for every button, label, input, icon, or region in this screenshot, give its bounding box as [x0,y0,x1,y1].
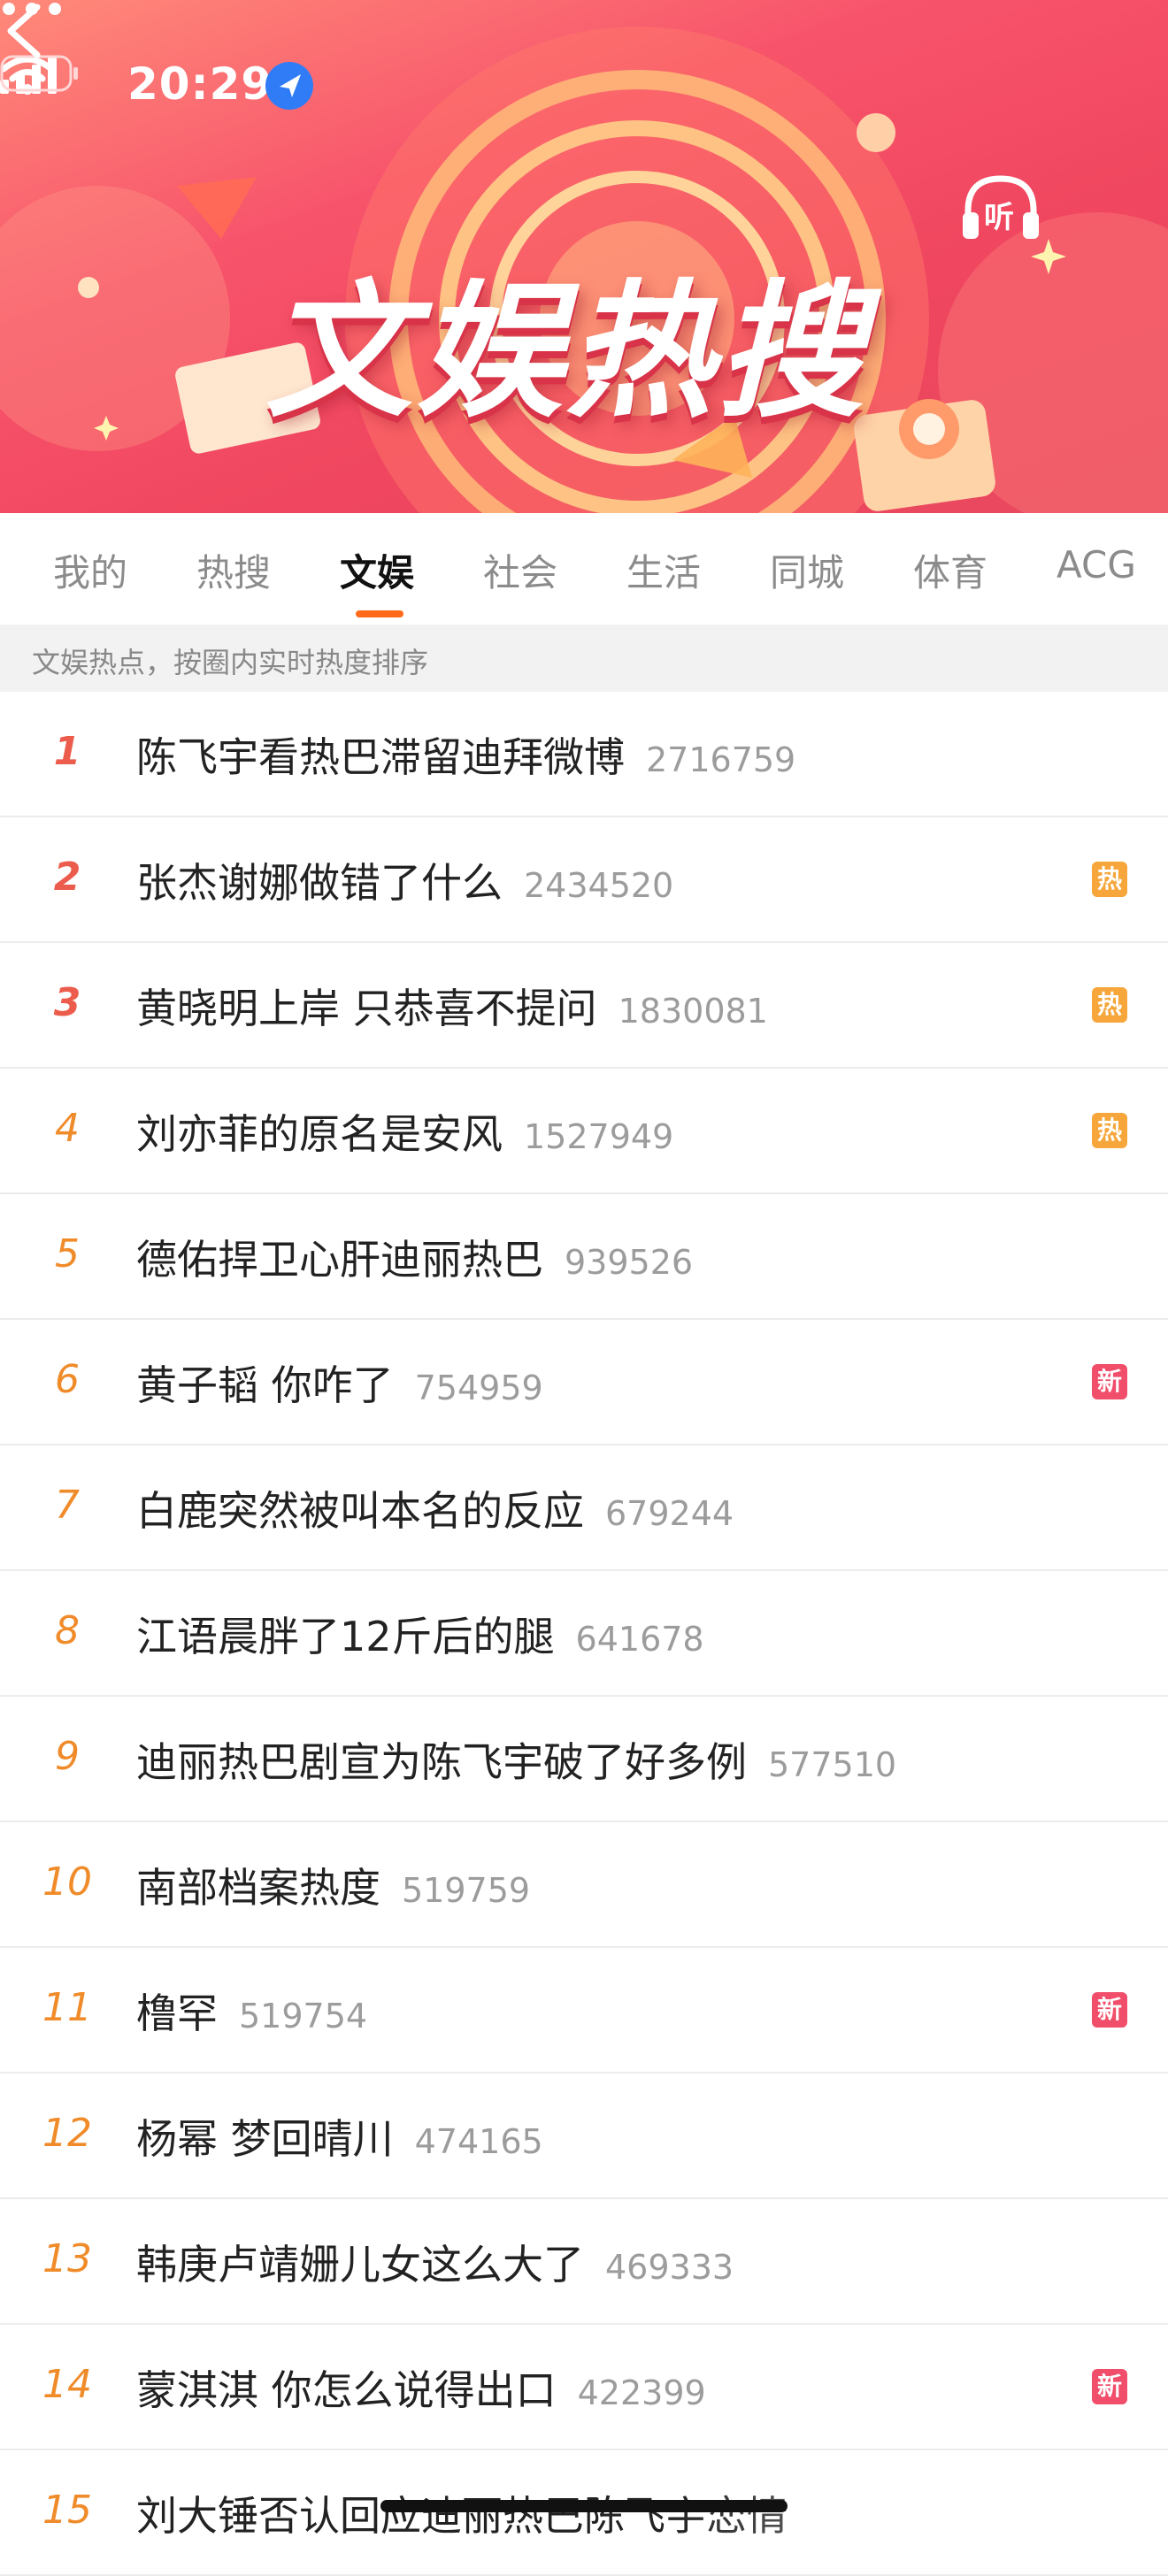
heat-value: 422399 [577,2373,706,2412]
new-badge: 新 [1092,1992,1127,2028]
tab-life[interactable]: 生活 [626,543,701,597]
hot-search-row[interactable]: 1 陈飞宇看热巴滞留迪拜微博 2716759 [0,692,1168,817]
tab-society[interactable]: 社会 [483,543,557,597]
tab-entertainment[interactable]: 文娱 [340,543,414,597]
hot-search-row[interactable]: 10 南部档案热度 519759 [0,1822,1168,1948]
hot-badge: 热 [1092,987,1127,1023]
hot-search-row[interactable]: 5 德佑捍卫心肝迪丽热巴 939526 [0,1194,1168,1320]
hot-search-row[interactable]: 7 白鹿突然被叫本名的反应 679244 [0,1445,1168,1571]
new-badge: 新 [1092,2369,1127,2404]
hot-search-row[interactable]: 9 迪丽热巴剧宣为陈飞宇破了好多例 577510 [0,1697,1168,1822]
topic-title: 杨幂 梦回晴川 [136,2115,394,2163]
rank-number: 1 [53,729,81,774]
row-content: 杨幂 梦回晴川 474165 [136,2107,543,2166]
rank-number: 2 [53,855,81,900]
topic-title: 蒙淇淇 你怎么说得出口 [136,2366,557,2414]
hot-search-row[interactable]: 8 江语晨胖了12斤后的腿 641678 [0,1571,1168,1697]
tab-acg[interactable]: ACG [1057,543,1136,586]
rank-number: 11 [42,1985,92,2030]
rank-number: 9 [55,1734,80,1779]
hot-search-row[interactable]: 2 张杰谢娜做错了什么 2434520 热 [0,817,1168,943]
topic-title: 江语晨胖了12斤后的腿 [136,1613,555,1660]
heat-value: 577510 [768,1745,897,1784]
heat-value: 2434520 [524,866,674,905]
heat-value: 939526 [565,1243,694,1282]
banner: 20:29 听 文娱热搜 [0,0,1168,513]
topic-title: 黄子韬 你咋了 [136,1361,394,1409]
listen-headphones-button[interactable]: 听 [959,173,1042,244]
topic-title: 德佑捍卫心肝迪丽热巴 [136,1236,543,1284]
topic-title: 迪丽热巴剧宣为陈飞宇破了好多例 [136,1738,747,1786]
heat-value: 754959 [414,1368,543,1407]
row-content: 迪丽热巴剧宣为陈飞宇破了好多例 577510 [136,1730,896,1789]
row-content: 德佑捍卫心肝迪丽热巴 939526 [136,1228,693,1286]
rank-number: 14 [42,2362,92,2407]
heat-value: 519754 [239,1997,368,2036]
rank-number: 4 [55,1106,80,1151]
row-content: 刘亦菲的原名是安风 1527949 [136,1102,673,1161]
topic-title: 南部档案热度 [136,1864,380,1912]
hot-search-row[interactable]: 13 韩庚卢靖姗儿女这么大了 469333 [0,2199,1168,2325]
hot-search-row[interactable]: 14 蒙淇淇 你怎么说得出口 422399 新 [0,2325,1168,2450]
rank-number: 12 [42,2111,92,2156]
row-content: 江语晨胖了12斤后的腿 641678 [136,1605,704,1663]
rank-number: 15 [42,2488,92,2533]
row-content: 南部档案热度 519759 [136,1856,530,1914]
description-text: 文娱热点，按圈内实时热度排序 [32,646,429,679]
topic-title: 橹罕 [136,1990,218,2037]
more-dots-icon[interactable] [0,0,64,18]
row-content: 黄子韬 你咋了 754959 [136,1353,543,1412]
location-arrow-icon [265,62,313,110]
hot-search-list: 1 陈飞宇看热巴滞留迪拜微博 2716759 2 张杰谢娜做错了什么 2434520 热 3 黄… [0,692,1168,2576]
tab-mine[interactable]: 我的 [53,543,127,597]
category-tabs: 我的 热搜 文娱 社会 生活 同城 体育 ACG [0,513,1168,625]
status-time: 20:29 [127,58,273,110]
heat-value: 469333 [605,2248,734,2287]
row-content: 黄晓明上岸 只恭喜不提问 1830081 [136,977,768,1035]
row-content: 橹罕 519754 [136,1982,367,2040]
heat-value: 641678 [575,1620,704,1659]
rank-number: 13 [42,2236,92,2281]
hot-badge: 热 [1092,862,1127,897]
list-description: 文娱热点，按圈内实时热度排序 [0,625,1168,692]
heat-value: 1527949 [524,1117,674,1156]
status-bar: 20:29 [0,55,1168,117]
row-content: 张杰谢娜做错了什么 2434520 [136,851,673,909]
row-content: 蒙淇淇 你怎么说得出口 422399 [136,2358,706,2417]
topic-title: 白鹿突然被叫本名的反应 [136,1487,584,1535]
rank-number: 5 [55,1231,80,1276]
hot-search-row[interactable]: 6 黄子韬 你咋了 754959 新 [0,1320,1168,1445]
rank-number: 3 [53,980,81,1025]
topic-title: 陈飞宇看热巴滞留迪拜微博 [136,733,625,781]
topic-title: 张杰谢娜做错了什么 [136,859,503,907]
row-content: 白鹿突然被叫本名的反应 679244 [136,1479,734,1537]
active-tab-indicator [356,610,403,617]
tab-local[interactable]: 同城 [770,543,844,597]
listen-label: 听 [984,200,1014,235]
tab-hot[interactable]: 热搜 [196,543,271,597]
heat-value: 519759 [402,1871,531,1910]
row-content: 陈飞宇看热巴滞留迪拜微博 2716759 [136,725,795,784]
hot-search-row[interactable]: 11 橹罕 519754 新 [0,1948,1168,2074]
home-indicator [380,2500,788,2512]
heat-value: 474165 [414,2122,543,2161]
rank-number: 8 [55,1608,80,1653]
hot-search-row[interactable]: 3 黄晓明上岸 只恭喜不提问 1830081 热 [0,943,1168,1069]
heat-value: 679244 [605,1494,734,1533]
topic-title: 刘亦菲的原名是安风 [136,1110,503,1158]
row-content: 韩庚卢靖姗儿女这么大了 469333 [136,2233,734,2291]
tab-sports[interactable]: 体育 [913,543,987,597]
topic-title: 黄晓明上岸 只恭喜不提问 [136,985,597,1032]
heat-value: 2716759 [646,740,796,779]
hot-badge: 热 [1092,1113,1127,1148]
rank-number: 10 [42,1859,92,1905]
topic-title: 韩庚卢靖姗儿女这么大了 [136,2241,584,2288]
heat-value: 1830081 [618,992,768,1031]
hot-search-row[interactable]: 12 杨幂 梦回晴川 474165 [0,2074,1168,2199]
new-badge: 新 [1092,1364,1127,1399]
rank-number: 6 [55,1357,80,1402]
hot-search-row[interactable]: 4 刘亦菲的原名是安风 1527949 热 [0,1069,1168,1194]
banner-title: 文娱热搜 [265,267,867,438]
rank-number: 7 [55,1483,80,1528]
